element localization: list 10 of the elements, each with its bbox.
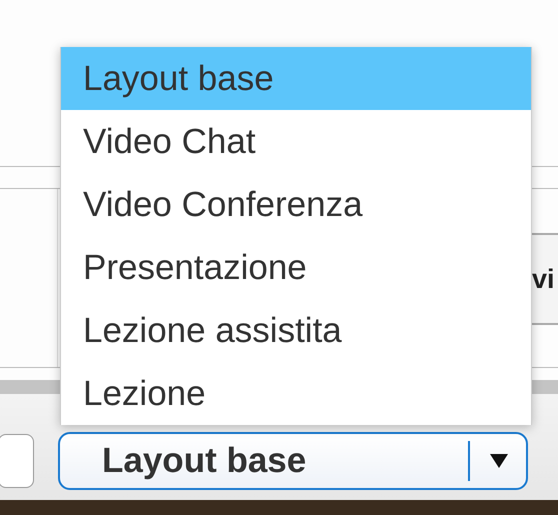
panel-label: vi <box>532 264 555 294</box>
dropdown-arrow-icon <box>490 454 508 468</box>
menu-option[interactable]: Presentazione <box>61 236 531 299</box>
layout-select[interactable]: Layout base <box>58 432 528 490</box>
menu-option[interactable]: Lezione <box>61 362 531 425</box>
toolbar-button[interactable] <box>0 434 34 488</box>
menu-option[interactable]: Lezione assistita <box>61 299 531 362</box>
menu-option[interactable]: Video Chat <box>61 110 531 173</box>
menu-option[interactable]: Layout base <box>61 47 531 110</box>
menu-option[interactable]: Video Conferenza <box>61 173 531 236</box>
